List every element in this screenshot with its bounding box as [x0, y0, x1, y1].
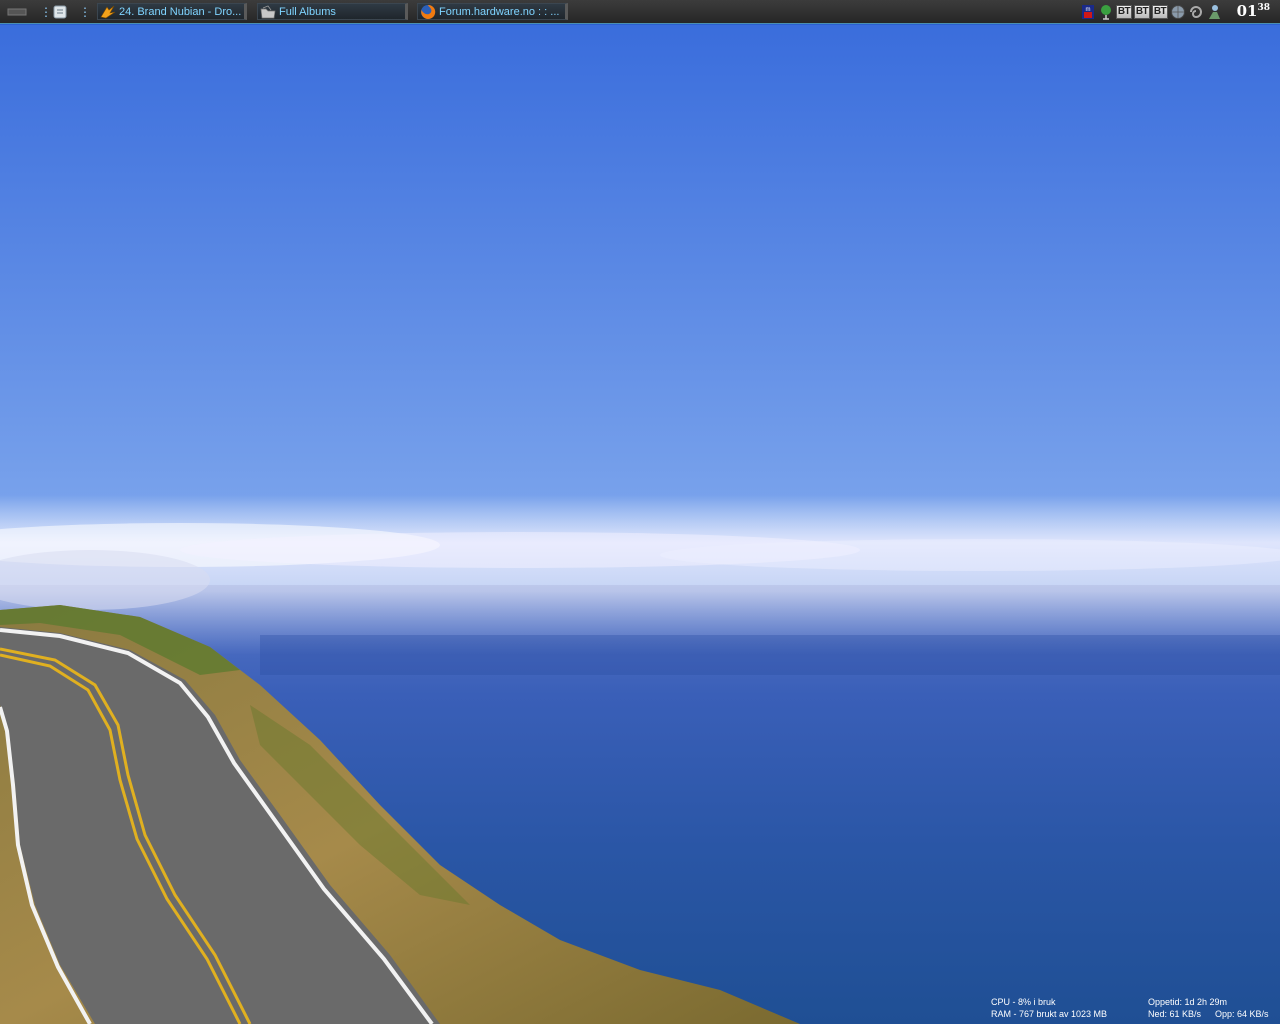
- folder-icon: [260, 5, 276, 18]
- clock[interactable]: 0138: [1237, 1, 1270, 24]
- task-label: Full Albums: [279, 5, 336, 18]
- ram-usage-text: RAM - 767 brukt av 1023 MB: [991, 1009, 1108, 1019]
- desktop-wallpaper[interactable]: [0, 25, 1280, 1024]
- winamp-icon: [100, 5, 116, 18]
- tray-bittorrent-icon[interactable]: BT: [1152, 4, 1168, 19]
- taskbar: ⋮ ⋮ 24. Brand Nubian - Dro... Full Album…: [0, 0, 1280, 24]
- tray-globe-icon[interactable]: [1170, 4, 1186, 20]
- uptime-text: Oppetid: 1d 2h 29m: [1148, 997, 1228, 1007]
- tray-network-icon[interactable]: [1098, 4, 1114, 20]
- show-desktop-button[interactable]: [7, 0, 27, 23]
- tray-bittorrent-icon[interactable]: BT: [1116, 4, 1132, 19]
- download-speed-text: Ned: 61 KB/s: [1148, 1009, 1202, 1019]
- cpu-usage-text: CPU - 8% i bruk: [991, 997, 1056, 1007]
- clock-minute: 38: [1257, 3, 1270, 13]
- svg-text:m: m: [1086, 7, 1091, 13]
- quicklaunch-grip[interactable]: ⋮: [40, 0, 52, 23]
- task-button-winamp[interactable]: 24. Brand Nubian - Dro...: [97, 3, 247, 20]
- task-button-firefox[interactable]: Forum.hardware.no : : ...: [417, 3, 568, 20]
- quicklaunch-item[interactable]: [53, 0, 67, 23]
- clock-hour: 01: [1236, 2, 1258, 20]
- task-label: Forum.hardware.no : : ...: [439, 5, 560, 18]
- task-button-folder[interactable]: Full Albums: [257, 3, 408, 20]
- tray-shield-icon[interactable]: m: [1080, 4, 1096, 20]
- tray-swirl-icon[interactable]: [1188, 4, 1204, 20]
- tray-bittorrent-icon[interactable]: BT: [1134, 4, 1150, 19]
- desktop-icon: [7, 8, 27, 15]
- tray-person-icon[interactable]: [1206, 4, 1222, 20]
- document-icon: [53, 5, 67, 18]
- system-tray: m BT BT BT: [1080, 0, 1224, 23]
- upload-speed-text: Opp: 64 KB/s: [1215, 1009, 1269, 1019]
- firefox-icon: [421, 4, 436, 19]
- taskbar-grip[interactable]: ⋮: [79, 0, 91, 23]
- task-label: 24. Brand Nubian - Dro...: [119, 5, 242, 18]
